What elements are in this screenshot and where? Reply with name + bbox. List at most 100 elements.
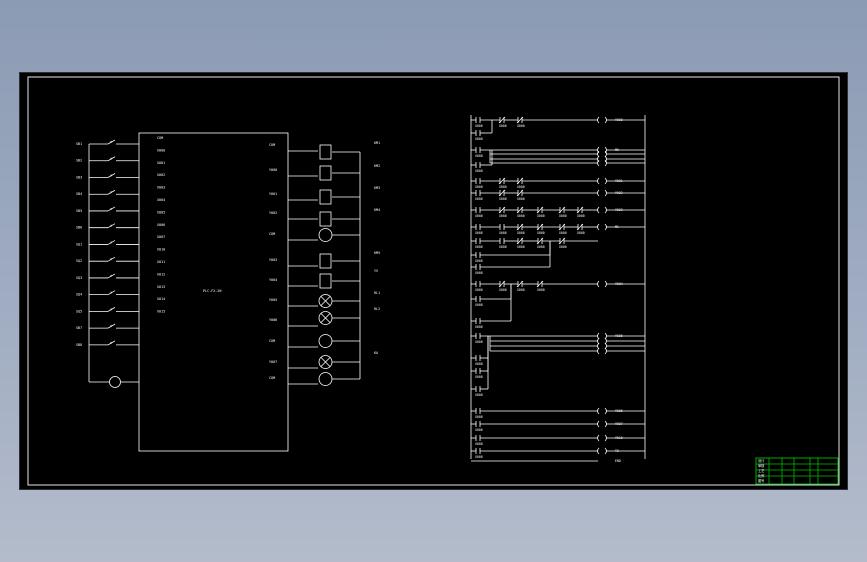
plc-output-port: Y000 <box>269 168 277 172</box>
drawing-border <box>27 76 840 486</box>
solenoid-coil <box>318 372 333 386</box>
contact-label: X000 <box>475 325 483 329</box>
relay-coil <box>319 144 332 160</box>
input-device-label: SB1 <box>76 142 82 146</box>
coil-left <box>597 434 600 442</box>
plc-input-port: X003 <box>157 186 165 190</box>
input-device-label: SQ4 <box>76 293 82 297</box>
contact-label: X000 <box>499 231 507 235</box>
ladder-diagram: X000 X000 X000Y000X000X000M0X000X000 X000 X0… <box>470 115 646 463</box>
plc-output-port: Y001 <box>269 192 277 196</box>
relay-coil <box>319 165 332 181</box>
contact-label: X000 <box>475 455 483 459</box>
coil-left <box>597 189 600 197</box>
input-device-label: SB4 <box>76 192 82 196</box>
plc-input-port: X007 <box>157 235 165 239</box>
contact-label: X000 <box>499 124 507 128</box>
contact-label: X000 <box>475 271 483 275</box>
relay-coil <box>319 273 332 289</box>
ladder-rung: X000 Y010 <box>471 434 645 446</box>
coil-label: Y004 <box>615 282 623 286</box>
plc-input-port: X000 <box>157 148 165 152</box>
contact-label: X000 <box>517 288 525 292</box>
ladder-rung: X000 T0 <box>471 447 645 459</box>
output-device-label: HL2 <box>374 307 380 311</box>
input-device-label: SQ2 <box>76 259 82 263</box>
ladder-rung: X000 X000 X000 Y002 <box>471 189 645 201</box>
solenoid-coil <box>318 334 333 348</box>
ladder-rung: X000 X000 X000 Y001 <box>471 177 645 189</box>
switch-blade <box>107 139 116 145</box>
coil-left <box>597 420 600 428</box>
coil-label: Y003 <box>615 208 623 212</box>
coil-label: Y002 <box>615 191 623 195</box>
switch-blade <box>107 307 116 312</box>
contact-label: X000 <box>499 245 507 249</box>
contact-label: X000 <box>499 197 507 201</box>
contact-label: X000 <box>475 197 483 201</box>
switch-blade <box>107 173 116 178</box>
coil-label: Y001 <box>615 179 623 183</box>
plc-input-port: X005 <box>157 210 165 214</box>
contact-label: X000 <box>577 214 585 218</box>
ladder-rung: X000 X000 X000 Y000 X000 <box>471 116 645 141</box>
coil-left <box>597 280 600 288</box>
input-device-label: SQ5 <box>76 309 82 313</box>
plc-input-port: X006 <box>157 223 165 227</box>
contact-label: X000 <box>559 231 567 235</box>
coil-left <box>597 407 600 415</box>
title-block-cell: 比例 <box>758 473 764 478</box>
contact-label: X000 <box>475 362 483 366</box>
plc-input-port: X011 <box>157 260 165 264</box>
output-device-label: KA <box>374 351 378 355</box>
coil-left <box>597 206 600 214</box>
ladder-rung: X000 X000 X000 X000 Y004 X000 X000 <box>471 280 645 329</box>
contact-label: X000 <box>559 214 567 218</box>
coil-left <box>597 116 600 124</box>
contact-label: X000 <box>475 393 483 397</box>
plc-wiring-diagram: PLC-FX-2N COM X000 X001 X002 X003 X004 X005 X006… <box>76 132 380 452</box>
output-device-label: KM5 <box>374 251 380 255</box>
coil-label: M0 <box>615 148 619 152</box>
plc-output-port: COM <box>269 339 275 343</box>
relay-coil <box>319 189 332 205</box>
contact-label: X000 <box>517 231 525 235</box>
title-block: 设计审核工艺比例图号 <box>755 457 839 485</box>
output-device-label: HL1 <box>374 291 380 295</box>
contact-label: X000 <box>475 303 483 307</box>
contact-label: X000 <box>499 185 507 189</box>
switch-blade <box>107 189 116 195</box>
contact-label: X000 <box>475 415 483 419</box>
drawing-sheet: PLC-FX-2N COM X000 X001 X002 X003 X004 X005 X006… <box>20 73 847 489</box>
contact-label: X000 <box>537 245 545 249</box>
coil-label: T0 <box>615 449 619 453</box>
cad-drawing-canvas: PLC-FX-2N COM X000 X001 X002 X003 X004 X005 X006… <box>27 76 840 486</box>
switch-blade <box>107 156 116 162</box>
ladder-rung: X000 X000 X000 X000 X000 X000 M1 <box>471 223 645 235</box>
coil-left <box>597 177 600 185</box>
title-block-cell: 图号 <box>758 478 764 483</box>
title-block-cell: 设计 <box>758 458 765 463</box>
contact-label: X000 <box>475 375 483 379</box>
plc-output-port: Y004 <box>269 278 277 282</box>
input-device-label: SQ1 <box>76 242 82 246</box>
plc-input-port: X013 <box>157 285 165 289</box>
contact-label: X000 <box>475 288 483 292</box>
contact-label: X000 <box>475 169 483 173</box>
contact-label: X000 <box>475 137 483 141</box>
plc-input-port: X010 <box>157 248 165 252</box>
ladder-rung: X000 Y005 X000 X000 X000 <box>471 332 645 397</box>
coil-label: Y006 <box>615 409 623 413</box>
contact-label: X000 <box>537 231 545 235</box>
coil-label: Y005 <box>615 334 623 338</box>
plc-output-port: COM <box>269 143 275 147</box>
output-device-label: YV <box>374 269 378 273</box>
output-device-label: KM3 <box>374 186 380 190</box>
contact-label: X000 <box>475 245 483 249</box>
switch-blade <box>107 256 116 262</box>
plc-input-port: X001 <box>157 161 165 165</box>
title-block-frame <box>755 457 839 485</box>
contact-label: X000 <box>577 231 585 235</box>
contact-label: X000 <box>475 124 483 128</box>
output-device-label: KM4 <box>374 208 380 212</box>
